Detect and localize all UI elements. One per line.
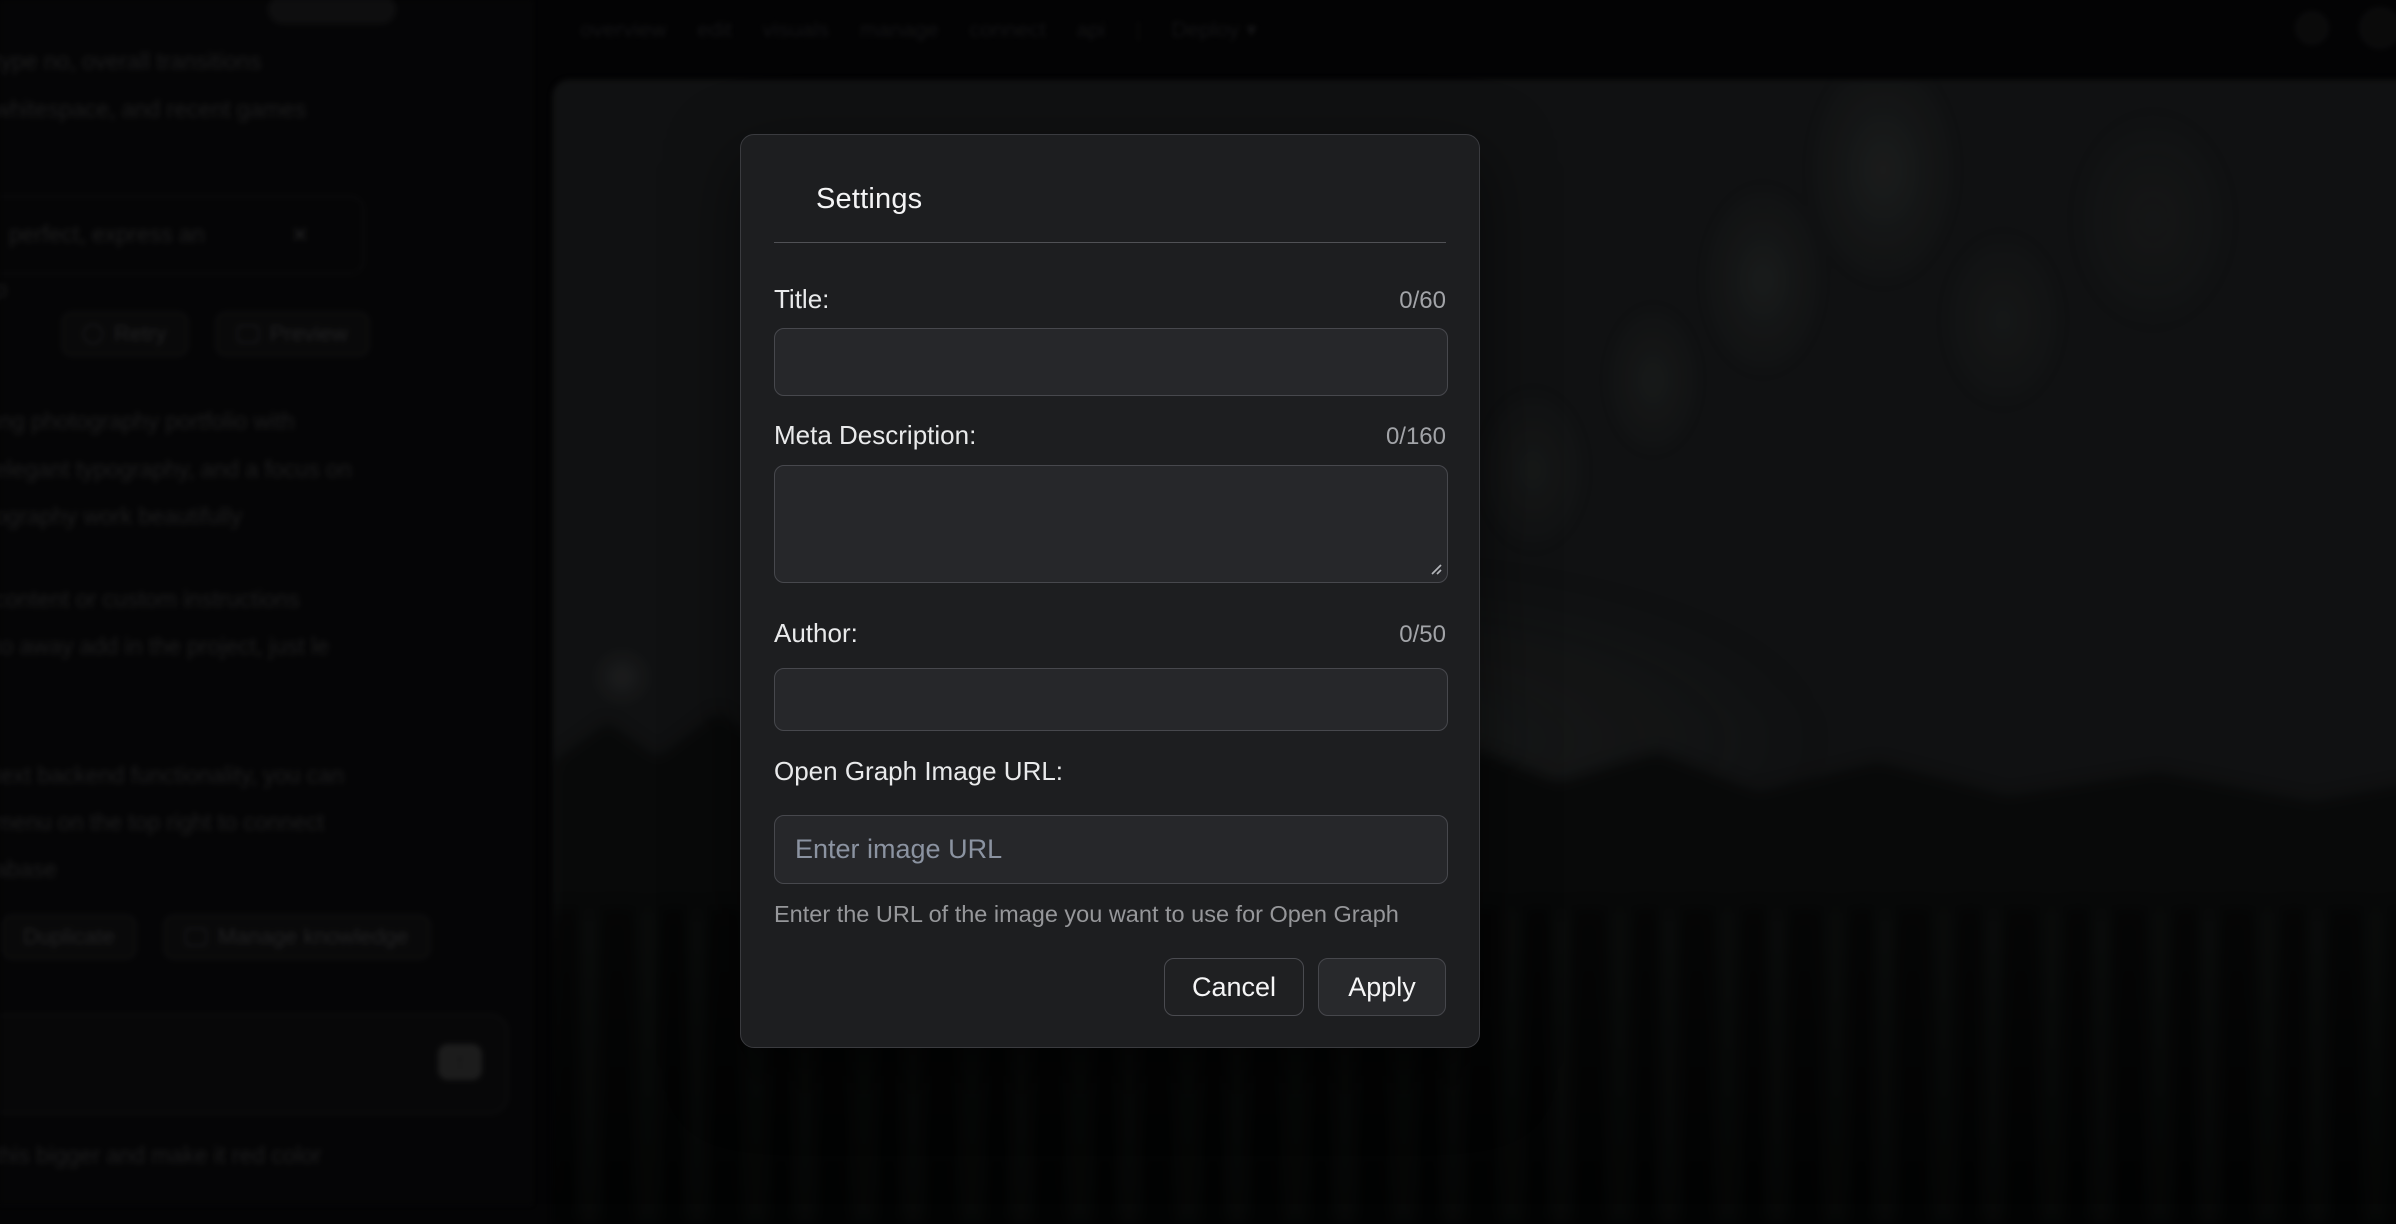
author-label: Author: <box>774 616 858 650</box>
meta-description-char-counter: 0/160 <box>1386 420 1446 454</box>
title-char-counter: 0/60 <box>1399 284 1446 318</box>
author-char-counter: 0/50 <box>1399 618 1446 652</box>
divider <box>774 242 1446 243</box>
title-input[interactable] <box>774 328 1448 396</box>
title-label: Title: <box>774 282 829 316</box>
og-image-helper-text: Enter the URL of the image you want to u… <box>774 899 1446 929</box>
og-image-url-input[interactable] <box>774 815 1448 884</box>
dialog-title: Settings <box>816 181 1446 217</box>
settings-dialog: Settings Title: 0/60 Meta Description: 0… <box>740 134 1480 1048</box>
meta-description-label: Meta Description: <box>774 418 976 452</box>
meta-description-textarea[interactable] <box>774 465 1448 583</box>
og-image-url-label: Open Graph Image URL: <box>774 754 1063 788</box>
apply-button[interactable]: Apply <box>1318 958 1446 1016</box>
author-input[interactable] <box>774 668 1448 731</box>
cancel-button[interactable]: Cancel <box>1164 958 1304 1016</box>
